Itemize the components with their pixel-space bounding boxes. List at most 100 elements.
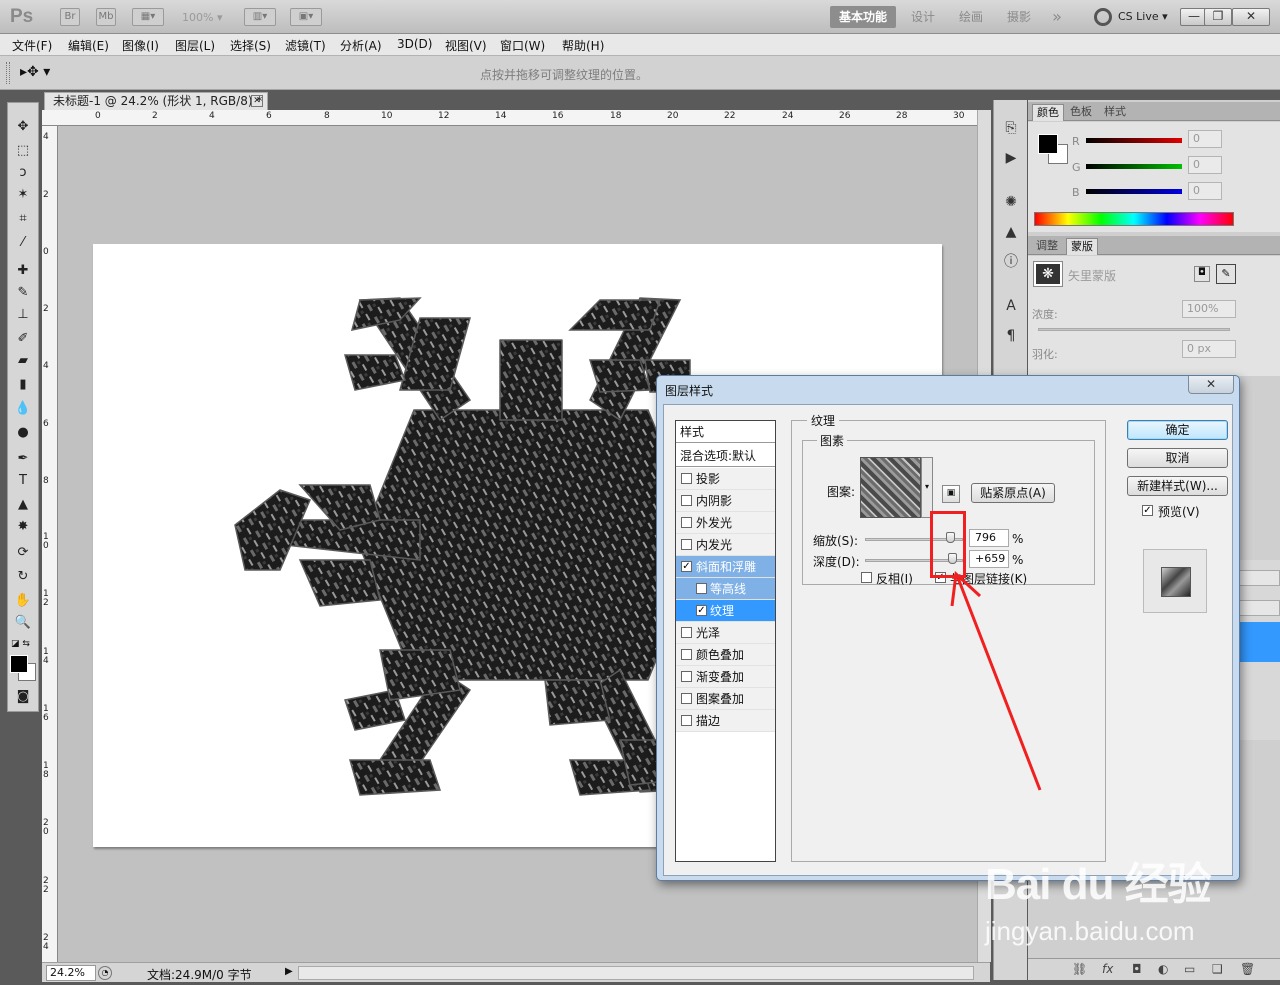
cancel-button[interactable]: 取消: [1127, 448, 1228, 468]
dialog-close-button[interactable]: ✕: [1188, 376, 1234, 394]
document-info: 文档:24.9M/0 字节: [147, 968, 252, 982]
checkbox-checked[interactable]: ✓: [696, 605, 707, 616]
style-item-drop-shadow[interactable]: 投影: [676, 468, 775, 490]
snap-to-origin-button[interactable]: 贴紧原点(A): [971, 483, 1055, 503]
fx-icon[interactable]: fx: [1102, 962, 1113, 976]
tab-masks[interactable]: 蒙版: [1066, 238, 1098, 255]
style-preview-swatch: [1161, 567, 1191, 597]
navigator-icon[interactable]: ✺: [1001, 192, 1021, 212]
zoom-field[interactable]: 24.2%: [46, 965, 96, 981]
style-item-label: 光泽: [696, 626, 721, 640]
pattern-swatch[interactable]: [860, 457, 921, 518]
checkbox[interactable]: [681, 693, 692, 704]
channel-b-slider[interactable]: [1086, 189, 1182, 194]
checkbox[interactable]: [681, 715, 692, 726]
checkbox[interactable]: [681, 473, 692, 484]
mask-panel-tabs: 调整 蒙版: [1028, 236, 1280, 255]
layers-opacity-field[interactable]: [1236, 570, 1280, 586]
dialog-body: 样式 混合选项:默认 投影 内阴影 外发光 内发光 ✓ 斜面和浮雕 等高线 ✓ 纹理: [663, 404, 1233, 876]
channel-r-slider[interactable]: [1086, 138, 1182, 143]
adjustment-layer-icon[interactable]: ◐: [1158, 962, 1168, 976]
new-group-icon[interactable]: ▭: [1184, 962, 1195, 976]
checkbox[interactable]: [696, 583, 707, 594]
layers-fill-field[interactable]: [1236, 600, 1280, 616]
character-icon[interactable]: A: [1001, 296, 1021, 316]
horizontal-scrollbar[interactable]: [298, 966, 974, 980]
checkbox[interactable]: [681, 517, 692, 528]
fg-color-swatch[interactable]: [1038, 134, 1058, 154]
style-item-inner-shadow[interactable]: 内阴影: [676, 490, 775, 512]
tab-styles[interactable]: 样式: [1100, 104, 1130, 121]
blending-options-item[interactable]: 混合选项:默认: [676, 445, 775, 467]
link-layers-icon[interactable]: ⛓: [1072, 962, 1087, 976]
depth-input[interactable]: +659: [969, 550, 1009, 568]
tab-adjustments[interactable]: 调整: [1032, 238, 1062, 255]
style-item-pattern-overlay[interactable]: 图案叠加: [676, 688, 775, 710]
invert-checkbox[interactable]: [861, 572, 872, 583]
styles-header[interactable]: 样式: [676, 421, 775, 443]
checkbox-checked[interactable]: ✓: [681, 561, 692, 572]
preview-checkbox[interactable]: ✓: [1142, 505, 1153, 516]
selected-layer-row[interactable]: [1238, 622, 1280, 662]
checkbox[interactable]: [681, 495, 692, 506]
tab-swatches[interactable]: 色板: [1066, 104, 1096, 121]
channel-g-slider[interactable]: [1086, 164, 1182, 169]
pattern-dropdown-arrow-icon[interactable]: ▾: [921, 457, 933, 518]
layers-footer: ⛓ fx ◘ ◐ ▭ ❑ 🗑: [1028, 958, 1280, 980]
channel-b-value[interactable]: 0: [1188, 182, 1222, 200]
pattern-label: 图案:: [827, 485, 856, 499]
invert-label: 反相(I): [876, 572, 913, 586]
density-slider[interactable]: [1038, 328, 1230, 331]
style-item-label: 渐变叠加: [696, 670, 745, 684]
paragraph-icon[interactable]: ¶: [1001, 326, 1021, 346]
style-item-satin[interactable]: 光泽: [676, 622, 775, 644]
checkbox[interactable]: [681, 627, 692, 638]
new-style-button[interactable]: 新建样式(W)...: [1127, 476, 1228, 496]
feather-label: 羽化:: [1032, 348, 1058, 361]
foreground-color-swatch[interactable]: [10, 655, 28, 673]
color-panel: R 0 G 0 B 0: [1028, 122, 1280, 232]
status-bar: 24.2% ◔ 文档:24.9M/0 字节 ▶: [42, 962, 990, 982]
status-info-icon[interactable]: ◔: [98, 966, 112, 980]
new-preset-icon[interactable]: ▣: [942, 485, 960, 503]
histogram-icon[interactable]: ▲: [1001, 222, 1021, 242]
style-item-stroke[interactable]: 描边: [676, 710, 775, 732]
color-spectrum-ramp[interactable]: [1034, 212, 1234, 226]
tab-color[interactable]: 颜色: [1032, 104, 1064, 121]
style-item-label: 斜面和浮雕: [696, 560, 757, 574]
scale-label: 缩放(S):: [813, 534, 859, 548]
vector-mask-thumbnail[interactable]: ❋: [1033, 261, 1063, 287]
style-item-texture[interactable]: ✓ 纹理: [676, 600, 775, 622]
ok-button[interactable]: 确定: [1127, 420, 1228, 440]
style-item-gradient-overlay[interactable]: 渐变叠加: [676, 666, 775, 688]
history-icon[interactable]: ⎘: [1001, 118, 1021, 138]
channel-g-label: G: [1072, 161, 1081, 174]
preview-label: 预览(V): [1158, 505, 1200, 519]
checkbox[interactable]: [681, 539, 692, 550]
channel-g-value[interactable]: 0: [1188, 156, 1222, 174]
add-mask-icon[interactable]: ◘: [1132, 962, 1142, 976]
add-vector-mask-icon[interactable]: ✎: [1216, 264, 1236, 284]
actions-icon[interactable]: ▶: [1001, 148, 1021, 168]
density-value[interactable]: 100%: [1182, 300, 1236, 318]
style-item-bevel-emboss[interactable]: ✓ 斜面和浮雕: [676, 556, 775, 578]
trash-icon[interactable]: 🗑: [1240, 962, 1255, 976]
info-icon[interactable]: ⓘ: [1001, 252, 1021, 272]
scale-input[interactable]: 796: [969, 529, 1009, 547]
annotation-highlight-box: [930, 511, 966, 578]
status-menu-arrow-icon[interactable]: ▶: [285, 966, 293, 977]
style-item-outer-glow[interactable]: 外发光: [676, 512, 775, 534]
color-panel-tabs: 颜色 色板 样式: [1028, 102, 1280, 121]
new-layer-icon[interactable]: ❑: [1212, 962, 1223, 976]
channel-r-value[interactable]: 0: [1188, 130, 1222, 148]
depth-percent: %: [1012, 553, 1024, 567]
add-pixel-mask-icon[interactable]: ◘: [1194, 266, 1210, 282]
style-item-inner-glow[interactable]: 内发光: [676, 534, 775, 556]
texture-title: 纹理: [807, 412, 840, 429]
pattern-group-title: 图素: [817, 432, 848, 449]
style-item-contour[interactable]: 等高线: [676, 578, 775, 600]
style-item-color-overlay[interactable]: 颜色叠加: [676, 644, 775, 666]
checkbox[interactable]: [681, 671, 692, 682]
checkbox[interactable]: [681, 649, 692, 660]
feather-value[interactable]: 0 px: [1182, 340, 1236, 358]
